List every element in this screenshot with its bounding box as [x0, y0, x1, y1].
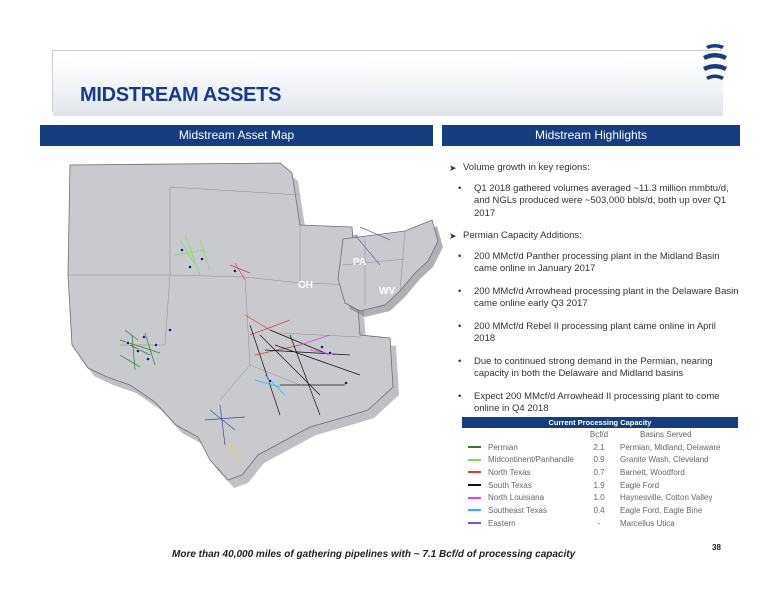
- capacity-table-title: Current Processing Capacity: [462, 417, 738, 428]
- highlight-heading: ➤ Volume growth in key regions:: [449, 162, 590, 173]
- capacity-region: North Texas: [488, 467, 531, 477]
- capacity-table-header-row: Bcf/d Basins Served: [462, 428, 738, 441]
- capacity-region: Southeast Texas: [488, 505, 548, 515]
- highlight-bullet: • 200 MMcf/d Arrowhead processing plant …: [458, 285, 739, 310]
- capacity-value: 1.9: [593, 480, 605, 490]
- capacity-value: 0.4: [593, 505, 605, 515]
- capacity-value: 0.7: [593, 467, 605, 477]
- bullet-dot-icon: •: [458, 355, 462, 367]
- state-label-wv: WV: [379, 286, 395, 297]
- highlight-bullet: • Q1 2018 gathered volumes averaged ~11.…: [458, 182, 729, 219]
- capacity-value: 2.1: [593, 442, 605, 452]
- capacity-col-header-value: Bcf/d: [589, 429, 609, 439]
- eastern-landmass: [337, 219, 443, 317]
- bullet-dot-icon: •: [458, 390, 462, 402]
- highlights-section-header: Midstream Highlights: [442, 125, 740, 146]
- page-number: 38: [712, 543, 721, 552]
- arrow-bullet-icon: ➤: [449, 231, 457, 241]
- capacity-table-row: Permian 2.1 Permian, Midland, Delaware: [462, 441, 738, 454]
- main-landmass: [67, 162, 394, 481]
- arrow-bullet-icon: ➤: [449, 163, 457, 173]
- capacity-region: North Louisiana: [488, 493, 545, 503]
- bullet-dot-icon: •: [458, 320, 462, 332]
- highlight-bullet: • 200 MMcf/d Rebel II processing plant c…: [458, 320, 716, 345]
- capacity-basins: Eagle Ford, Eagle Bine: [620, 505, 703, 515]
- capacity-table-row: Eastern - Marcellus Utica: [462, 517, 738, 530]
- map-section-header: Midstream Asset Map: [40, 125, 433, 146]
- bullet-dot-icon: •: [458, 182, 462, 194]
- highlights-list: ➤ Volume growth in key regions: • Q1 201…: [449, 162, 739, 426]
- capacity-region: South Texas: [488, 480, 532, 490]
- midstream-asset-map: PA OH WV: [67, 162, 443, 488]
- state-label-oh: OH: [298, 280, 313, 291]
- highlight-bullet: • 200 MMcf/d Panther processing plant in…: [458, 250, 720, 275]
- legend-swatch: [468, 496, 481, 499]
- capacity-value: 0.9: [593, 455, 605, 465]
- capacity-basins: Haynesville, Cotton Valley: [620, 493, 713, 503]
- footer-tagline: More than 40,000 miles of gathering pipe…: [172, 549, 576, 560]
- capacity-value: -: [597, 518, 601, 528]
- capacity-value: 1.0: [593, 493, 605, 503]
- processing-capacity-table: Current Processing Capacity Bcf/d Basins…: [462, 417, 738, 530]
- capacity-basins: Eagle Ford: [620, 480, 660, 490]
- state-label-pa: PA: [353, 257, 366, 268]
- highlight-heading: ➤ Permian Capacity Additions:: [449, 230, 582, 241]
- legend-swatch: [468, 484, 481, 487]
- legend-swatch: [468, 509, 481, 512]
- capacity-basins: Marcellus Utica: [620, 518, 675, 528]
- bullet-dot-icon: •: [458, 250, 462, 262]
- capacity-table-row: Southeast Texas 0.4 Eagle Ford, Eagle Bine: [462, 504, 738, 517]
- legend-swatch: [468, 471, 481, 474]
- capacity-region: Permian: [488, 442, 518, 452]
- capacity-basins: Granite Wash, Cleveland: [620, 455, 709, 465]
- capacity-region: Midcontinent/Panhandle: [488, 455, 574, 465]
- capacity-table-row: Midcontinent/Panhandle 0.9 Granite Wash, C…: [462, 453, 738, 466]
- bullet-dot-icon: •: [458, 285, 462, 297]
- title-top-rule: [52, 50, 722, 51]
- legend-swatch: [468, 522, 481, 525]
- capacity-table-row: South Texas 1.9 Eagle Ford: [462, 479, 738, 492]
- capacity-table-row: North Texas 0.7 Barnett, Woodford: [462, 466, 738, 479]
- company-logo-icon: [703, 44, 727, 80]
- capacity-basins: Permian, Midland, Delaware: [620, 442, 721, 452]
- capacity-col-header-basins: Basins Served: [640, 429, 692, 439]
- legend-swatch: [468, 458, 481, 461]
- legend-swatch: [468, 446, 481, 449]
- capacity-basins: Barnett, Woodford: [620, 467, 685, 477]
- highlight-bullet: • Expect 200 MMcf/d Arrowhead II process…: [458, 390, 720, 415]
- page-title: MIDSTREAM ASSETS: [80, 84, 282, 106]
- capacity-region: Eastern: [488, 518, 516, 528]
- capacity-table-body: Permian 2.1 Permian, Midland, Delaware Midc…: [462, 441, 738, 530]
- highlight-bullet: • Due to continued strong demand in the …: [458, 355, 713, 380]
- capacity-table-row: North Louisiana 1.0 Haynesville, Cotton Va…: [462, 491, 738, 504]
